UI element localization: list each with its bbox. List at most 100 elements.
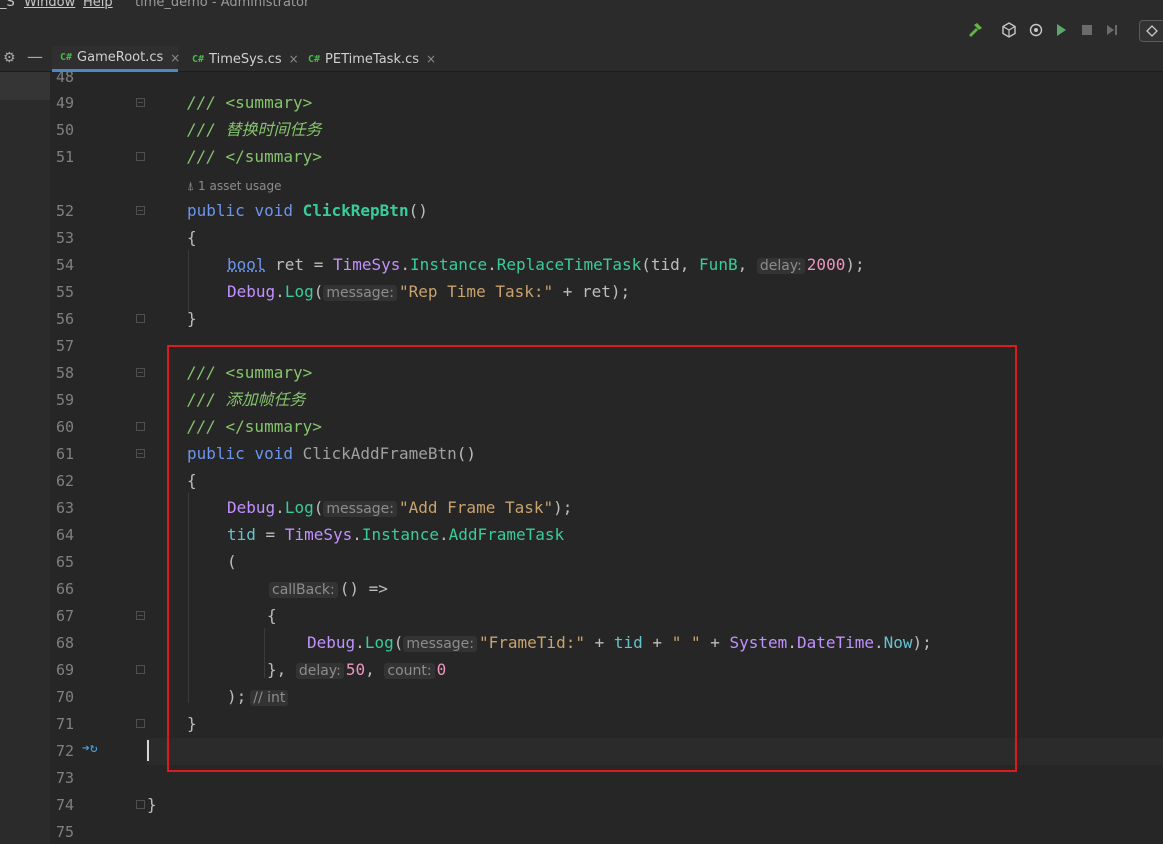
code-line-66: callBack:() => xyxy=(269,579,388,600)
line-number: 70 xyxy=(55,688,74,706)
fold-marker-icon[interactable] xyxy=(136,368,145,377)
fold-marker-icon[interactable] xyxy=(136,206,145,215)
tab-label: GameRoot.cs xyxy=(77,50,164,65)
line-number: 75 xyxy=(55,823,74,841)
line-number: 74 xyxy=(55,796,74,814)
line-number: 71 xyxy=(55,715,74,733)
code-line-70: );// int xyxy=(227,687,289,708)
code-line-71: } xyxy=(187,714,197,733)
line-number: 48 xyxy=(55,72,74,86)
code-line-64: tid = TimeSys.Instance.AddFrameTask xyxy=(227,525,565,544)
asset-usage-hint[interactable]: ⍋ 1 asset usage xyxy=(187,179,281,193)
line-number: 64 xyxy=(55,526,74,544)
code-line-65: ( xyxy=(227,552,237,571)
text-caret xyxy=(147,740,149,761)
line-number: 55 xyxy=(55,283,74,301)
code-line-53: { xyxy=(187,228,197,247)
fold-marker-icon[interactable] xyxy=(136,611,145,620)
code-line-50: /// 替换时间任务 xyxy=(187,120,322,139)
tool-window-selection[interactable] xyxy=(0,72,50,100)
code-line-59: /// 添加帧任务 xyxy=(187,390,306,409)
csharp-file-icon: C# xyxy=(60,52,73,63)
fold-marker-icon[interactable] xyxy=(136,152,145,161)
left-tool-strip xyxy=(0,72,50,844)
toolbar xyxy=(0,12,1163,46)
attach-debugger-icon[interactable] xyxy=(1028,22,1044,38)
code-line-68: Debug.Log(message: "FrameTid:" + tid + " … xyxy=(307,633,932,652)
line-number: 51 xyxy=(55,148,74,166)
stop-icon[interactable] xyxy=(1079,22,1095,38)
line-number: 73 xyxy=(55,769,74,787)
fold-marker-icon[interactable] xyxy=(136,665,145,674)
editor-tab-bar: ⚙ — C# GameRoot.cs × C# TimeSys.cs × C# … xyxy=(0,46,1163,72)
line-number: 68 xyxy=(55,634,74,652)
line-number: 66 xyxy=(55,580,74,598)
line-number: 57 xyxy=(55,337,74,355)
minimize-icon[interactable]: — xyxy=(27,47,43,66)
code-line-55: Debug.Log(message: "Rep Time Task:" + ret… xyxy=(227,282,631,301)
indent-guide xyxy=(188,250,189,314)
tab-label: PETimeTask.cs xyxy=(325,51,420,67)
side-tools: ⚙ — xyxy=(0,46,50,72)
line-number: 69 xyxy=(55,661,74,679)
line-number: 56 xyxy=(55,310,74,328)
tab-petimetask[interactable]: C# PETimeTask.cs × xyxy=(300,46,436,72)
line-number: 54 xyxy=(55,256,74,274)
line-number: 67 xyxy=(55,607,74,625)
search-everywhere-button[interactable] xyxy=(1139,20,1163,42)
line-number: 60 xyxy=(55,418,74,436)
code-line-51: /// </summary> xyxy=(187,147,322,166)
fold-marker-icon[interactable] xyxy=(136,800,145,809)
fold-marker-icon[interactable] xyxy=(136,314,145,323)
line-number: 61 xyxy=(55,445,74,463)
code-line-54: bool ret = TimeSys.Instance.ReplaceTimeT… xyxy=(227,255,865,274)
code-line-67: { xyxy=(267,606,277,625)
hammer-icon[interactable] xyxy=(967,22,983,38)
implements-arrow-icon[interactable]: ➔↻ xyxy=(82,741,98,756)
tab-timesys[interactable]: C# TimeSys.cs × xyxy=(184,46,299,72)
code-line-74: } xyxy=(147,795,157,814)
code-line-56: } xyxy=(187,309,197,328)
code-line-60: /// </summary> xyxy=(187,417,322,436)
code-line-69: }, delay: 50, count: 0 xyxy=(267,660,447,679)
indent-guide xyxy=(264,628,265,678)
play-icon[interactable] xyxy=(1053,22,1069,38)
line-number: 53 xyxy=(55,229,74,247)
code-line-58: /// <summary> xyxy=(187,363,313,382)
tab-label: TimeSys.cs xyxy=(209,51,282,67)
code-line-52: public void ClickRepBtn() xyxy=(187,201,428,220)
line-number: 52 xyxy=(55,202,74,220)
line-number: 50 xyxy=(55,121,74,139)
close-icon[interactable]: × xyxy=(289,52,299,66)
code-line-61: public void ClickAddFrameBtn() xyxy=(187,444,476,463)
close-icon[interactable]: × xyxy=(170,51,180,65)
code-line-62: { xyxy=(187,471,197,490)
fold-marker-icon[interactable] xyxy=(136,449,145,458)
line-number: 49 xyxy=(55,94,74,112)
code-line-49: /// <summary> xyxy=(187,93,313,112)
line-number: 62 xyxy=(55,472,74,490)
close-icon[interactable]: × xyxy=(426,52,436,66)
code-editor[interactable]: 48 49 50 51 52 53 54 55 56 57 58 59 60 6… xyxy=(50,72,1163,844)
line-number: 58 xyxy=(55,364,74,382)
fold-marker-icon[interactable] xyxy=(136,98,145,107)
window-title: time_demo - Administrator xyxy=(135,0,310,10)
tab-gameroot[interactable]: C# GameRoot.cs × xyxy=(52,46,180,72)
fold-marker-icon[interactable] xyxy=(136,719,145,728)
current-line-highlight xyxy=(146,738,1163,765)
indent-guide xyxy=(188,493,189,703)
title-bar: _S Window Help time_demo - Administrator xyxy=(0,0,1163,12)
csharp-file-icon: C# xyxy=(308,53,321,65)
line-number: 72 xyxy=(55,742,74,760)
menu-item-partial[interactable]: _S xyxy=(0,0,15,10)
step-icon[interactable] xyxy=(1104,22,1120,38)
line-number: 65 xyxy=(55,553,74,571)
code-line-63: Debug.Log(message: "Add Frame Task"); xyxy=(227,498,573,517)
menu-item-help[interactable]: Help xyxy=(83,0,113,10)
menu-item-window[interactable]: Window xyxy=(24,0,75,10)
unity-icon[interactable] xyxy=(1001,22,1017,38)
csharp-file-icon: C# xyxy=(192,53,205,65)
unity-icon: ⍋ xyxy=(187,179,195,193)
gear-icon[interactable]: ⚙ xyxy=(3,50,16,66)
fold-marker-icon[interactable] xyxy=(136,422,145,431)
